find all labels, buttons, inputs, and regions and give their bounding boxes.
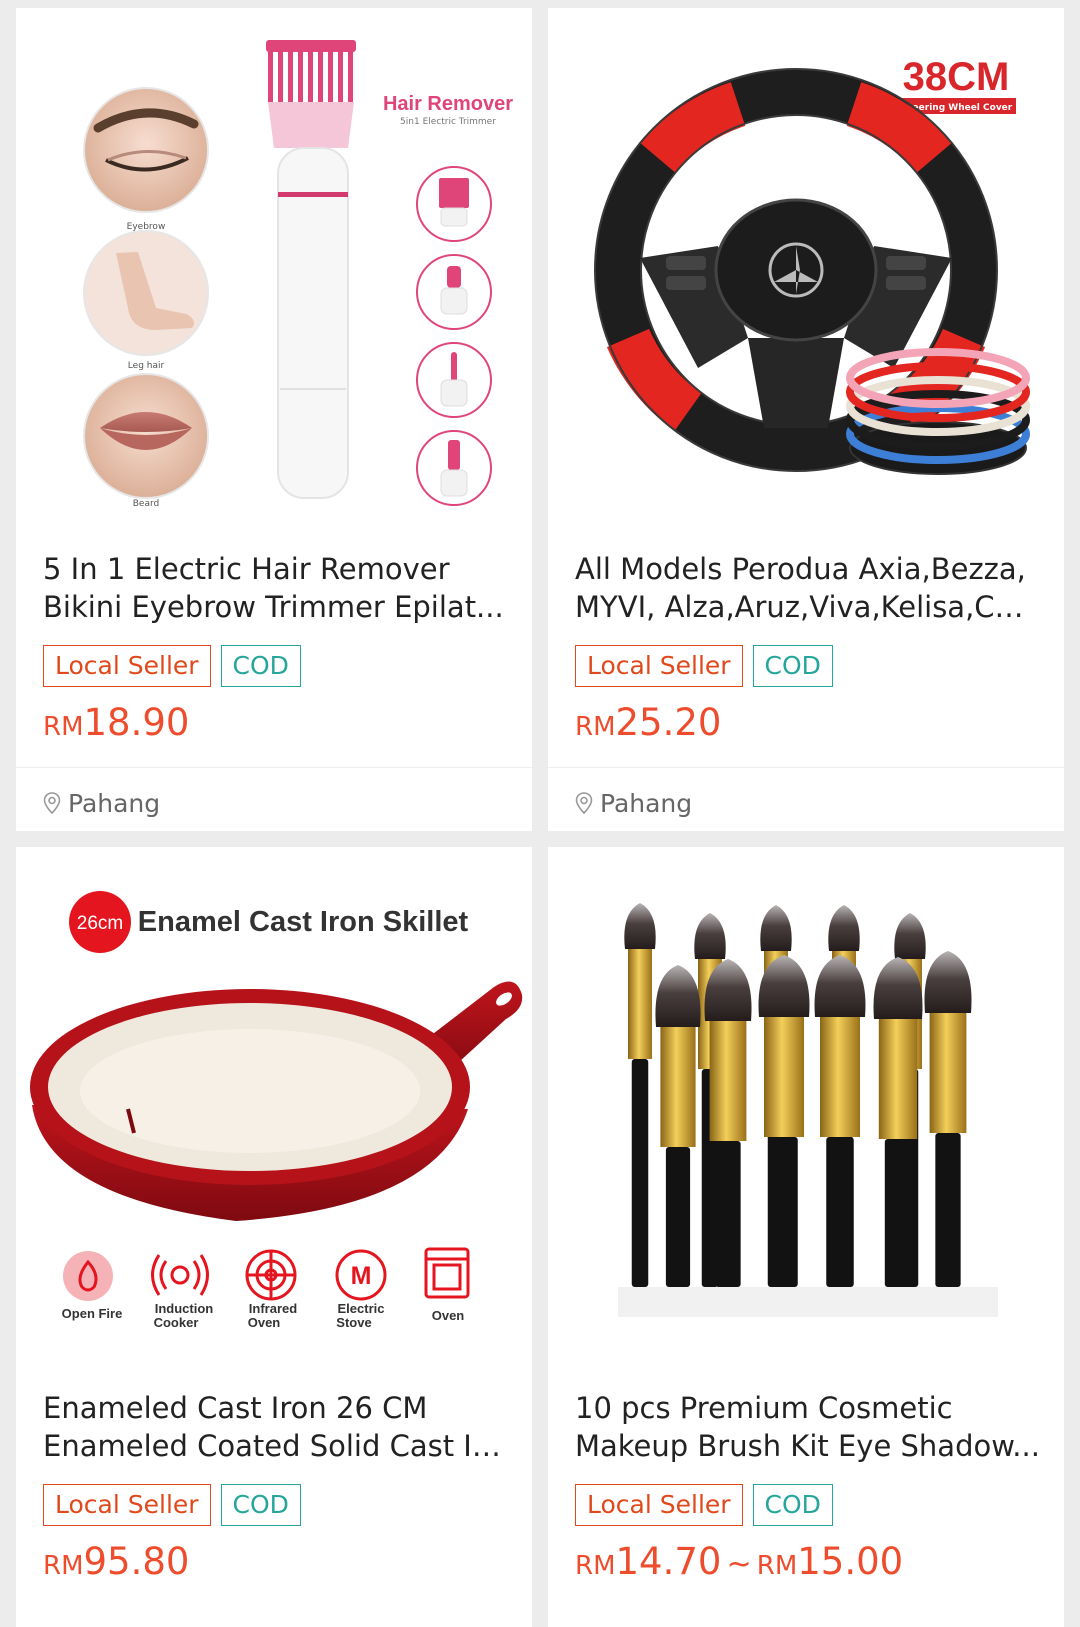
product-title[interactable]: 10 pcs Premium Cosmetic Makeup Brush Kit…	[575, 1389, 1040, 1465]
seller-location: Pahang	[42, 786, 160, 820]
location-text: Pahang	[68, 788, 161, 818]
badge-row: Local Seller COD	[43, 645, 301, 687]
price-amount: 25.20	[615, 701, 722, 744]
product-title-line: All Models Perodua Axia,Bezza,	[575, 552, 1026, 586]
feature-label: Open Fire	[62, 1306, 123, 1321]
cod-badge: COD	[220, 645, 301, 687]
feature-label: Electric	[338, 1301, 385, 1316]
local-seller-badge: Local Seller	[575, 1484, 743, 1526]
price-separator: ~	[726, 1547, 752, 1582]
price-amount-max: 15.00	[797, 1540, 904, 1583]
feature-label: Oven	[248, 1315, 281, 1330]
badge-row: Local Seller COD	[575, 1484, 833, 1526]
price-currency: RM	[575, 712, 616, 742]
feature-label: Oven	[432, 1308, 465, 1323]
product-card[interactable]: Eyebrow Leg hair Beard Hair Remover 5in1…	[16, 8, 532, 831]
price-amount: 95.80	[83, 1540, 190, 1583]
price-currency-max: RM	[756, 1551, 798, 1581]
product-image[interactable]	[548, 847, 1064, 1363]
price-amount: 18.90	[83, 701, 190, 744]
caption-leg-hair: Leg hair	[128, 361, 165, 371]
local-seller-badge: Local Seller	[575, 645, 743, 687]
image-subheading: 5in1 Electric Trimmer	[400, 117, 496, 127]
cod-badge: COD	[752, 1484, 833, 1526]
makeup-brush	[814, 955, 866, 1287]
makeup-brush	[624, 903, 656, 1287]
feature-label: Induction	[155, 1301, 214, 1316]
makeup-brush	[924, 951, 972, 1287]
product-grid: Eyebrow Leg hair Beard Hair Remover 5in1…	[0, 0, 1080, 1627]
divider	[548, 767, 1064, 768]
product-price: RM95.80	[43, 1540, 189, 1583]
price-currency: RM	[43, 1551, 84, 1581]
badge-row: Local Seller COD	[43, 1484, 301, 1526]
product-card[interactable]: 38CM Steering Wheel Cover All Models Per…	[548, 8, 1064, 831]
product-title[interactable]: 5 In 1 Electric Hair Remover Bikini Eyeb…	[43, 550, 508, 626]
product-title-line: Enameled Cast Iron 26 CM	[43, 1391, 428, 1425]
product-image[interactable]: 38CM Steering Wheel Cover	[548, 8, 1064, 524]
price-currency: RM	[575, 1551, 616, 1581]
makeup-brush	[758, 955, 810, 1287]
location-text: Pahang	[600, 788, 693, 818]
image-heading: Enamel Cast Iron Skillet	[138, 906, 469, 938]
product-title-line: 5 In 1 Electric Hair Remover	[43, 552, 450, 586]
product-card[interactable]: 10 pcs Premium Cosmetic Makeup Brush Kit…	[548, 847, 1064, 1627]
seller-location: Pahang	[574, 786, 692, 820]
product-title[interactable]: All Models Perodua Axia,Bezza, MYVI, Alz…	[575, 550, 1040, 626]
product-title-line: 10 pcs Premium Cosmetic	[575, 1391, 953, 1425]
makeup-brush	[655, 965, 701, 1287]
product-price: RM25.20	[575, 701, 721, 744]
product-image[interactable]: Eyebrow Leg hair Beard Hair Remover 5in1…	[16, 8, 532, 524]
electric-stove-letter: M	[351, 1262, 372, 1290]
feature-label: Cooker	[154, 1315, 199, 1330]
location-pin-icon	[43, 792, 61, 815]
reflection	[618, 1287, 998, 1317]
feature-label: Infrared	[249, 1301, 297, 1316]
product-title-line: Bikini Eyebrow Trimmer Epilat...	[43, 590, 504, 624]
divider	[16, 767, 532, 768]
image-heading: Hair Remover	[383, 93, 513, 115]
product-title-line: Enameled Coated Solid Cast Ir...	[43, 1429, 508, 1463]
local-seller-badge: Local Seller	[43, 1484, 211, 1526]
size-label: 38CM	[903, 55, 1010, 99]
product-title-line: Makeup Brush Kit Eye Shadow...	[575, 1429, 1040, 1463]
badge-row: Local Seller COD	[575, 645, 833, 687]
product-title[interactable]: Enameled Cast Iron 26 CM Enameled Coated…	[43, 1389, 508, 1465]
product-card[interactable]: 26cm Enamel Cast Iron Skillet M Open Fir…	[16, 847, 532, 1627]
feature-label: Stove	[336, 1315, 371, 1330]
cod-badge: COD	[220, 1484, 301, 1526]
price-currency: RM	[43, 712, 84, 742]
product-price: RM18.90	[43, 701, 189, 744]
location-pin-icon	[575, 792, 593, 815]
local-seller-badge: Local Seller	[43, 645, 211, 687]
product-image[interactable]: 26cm Enamel Cast Iron Skillet M Open Fir…	[16, 847, 532, 1363]
product-title-line: MYVI, Alza,Aruz,Viva,Kelisa,Car...	[575, 590, 1040, 624]
cod-badge: COD	[752, 645, 833, 687]
price-amount: 14.70	[615, 1540, 722, 1583]
product-price: RM14.70 ~ RM15.00	[575, 1540, 903, 1583]
size-badge: 26cm	[77, 913, 123, 934]
caption-beard: Beard	[133, 499, 159, 509]
